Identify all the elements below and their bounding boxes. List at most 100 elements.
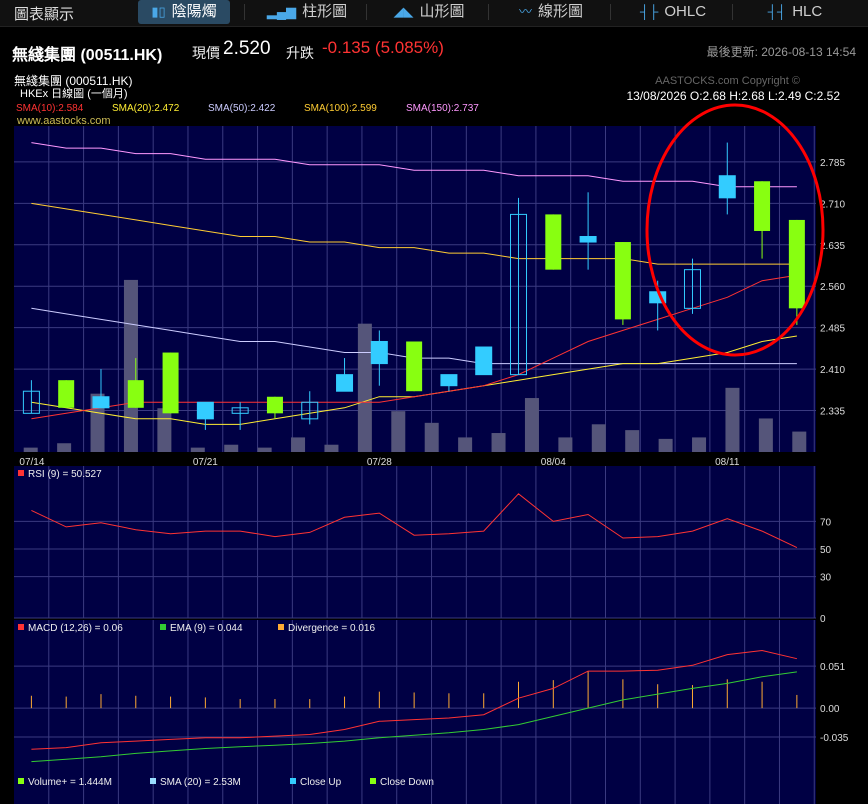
tab-label: 山形圖 bbox=[419, 3, 465, 20]
candle-body-down bbox=[545, 214, 562, 270]
chart-type-toolbar: 圖表顯示 ▮▯ 陰陽燭 ▂▄▆ 柱形圖 ◢◣ 山形圖 〰線形圖 ┤├ OHLC ┤┤ HLC bbox=[0, 0, 868, 27]
tab-separator bbox=[610, 4, 611, 20]
volume-bar bbox=[23, 447, 38, 452]
volume-bar bbox=[758, 418, 773, 452]
sma-legend-item: SMA(10):2.584 bbox=[16, 103, 84, 114]
volume-bar bbox=[291, 437, 306, 452]
rsi-legend-label: RSI (9) = 50.527 bbox=[28, 469, 102, 480]
candle-body-up bbox=[579, 236, 597, 243]
last-bar-ohlc: 13/08/2026 O:2.68 H:2.68 L:2.49 C:2.52 bbox=[627, 89, 841, 103]
mountain-chart-icon: ◢◣ bbox=[393, 4, 414, 19]
copyright-watermark: AASTOCKS.com Copyright © bbox=[655, 75, 800, 87]
candle-body-down bbox=[406, 341, 423, 392]
tab-hlc[interactable]: ┤┤ HLC bbox=[750, 0, 840, 24]
price-tick-label: 2.485 bbox=[820, 324, 845, 335]
macd-tick-label: 0.051 bbox=[820, 662, 845, 673]
hlc-icon: ┤┤ bbox=[767, 4, 787, 19]
macd-legend-swatch bbox=[278, 624, 284, 630]
date-tick-label: 08/11 bbox=[715, 457, 740, 468]
volume-bar bbox=[257, 447, 272, 452]
chart-display-label: 圖表顯示 bbox=[14, 6, 75, 23]
candle-body-up bbox=[370, 340, 388, 365]
date-tick-label: 07/21 bbox=[193, 457, 218, 468]
volume-bar bbox=[792, 431, 807, 452]
volume-bar bbox=[458, 437, 473, 452]
tab-label: 陰陽燭 bbox=[171, 3, 217, 20]
bar-chart-icon: ▂▄▆ bbox=[266, 4, 297, 19]
sma-legend-item: SMA(150):2.737 bbox=[406, 103, 479, 114]
tab-mountain-chart[interactable]: ◢◣ 山形圖 bbox=[384, 0, 474, 24]
macd-legend-swatch bbox=[18, 624, 24, 630]
volume-bar bbox=[658, 438, 673, 452]
quote-header: 無綫集團 (00511.HK) 現價 2.520 升跌 -0.135 (5.08… bbox=[0, 32, 868, 72]
candle-body-down bbox=[754, 181, 771, 231]
rsi-tick-label: 30 bbox=[820, 573, 832, 584]
volume-bar bbox=[224, 444, 239, 452]
volume-bar bbox=[357, 323, 372, 452]
candle-body-up bbox=[440, 374, 458, 387]
macd-tick-label: 0.00 bbox=[820, 704, 840, 715]
candlestick-icon: ▮▯ bbox=[151, 4, 166, 19]
price-tick-label: 2.560 bbox=[820, 282, 845, 293]
sma-legend-item: SMA(100):2.599 bbox=[304, 103, 377, 114]
candle-body-up bbox=[336, 374, 354, 392]
tab-line-chart[interactable]: 〰線形圖 bbox=[506, 0, 596, 24]
candle-body-down bbox=[266, 396, 283, 414]
volume-bar bbox=[57, 443, 72, 452]
price-change: -0.135 (5.085%) bbox=[322, 38, 444, 57]
volume-legend-swatch bbox=[370, 778, 376, 784]
volume-legend-label: SMA (20) = 2.53M bbox=[160, 777, 241, 788]
volume-bar bbox=[190, 447, 205, 452]
date-tick-label: 08/04 bbox=[541, 457, 566, 468]
rsi-tick-label: 70 bbox=[820, 517, 832, 528]
candle-body-down bbox=[788, 219, 805, 309]
price-tick-label: 2.410 bbox=[820, 365, 845, 376]
current-price: 2.520 bbox=[223, 38, 271, 59]
candle-body-down bbox=[58, 380, 75, 408]
sma-legend-item: SMA(20):2.472 bbox=[112, 103, 180, 114]
site-url: www.aastocks.com bbox=[16, 115, 111, 127]
volume-legend-label: Close Up bbox=[300, 777, 342, 788]
tab-separator bbox=[366, 4, 367, 20]
price-tick-label: 2.335 bbox=[820, 407, 845, 418]
last-updated: 最後更新: 2026-08-13 14:54 bbox=[706, 45, 856, 59]
tab-ohlc[interactable]: ┤├ OHLC bbox=[628, 0, 718, 24]
date-tick-label: 07/28 bbox=[367, 457, 392, 468]
volume-bar bbox=[491, 433, 506, 452]
volume-bar bbox=[324, 444, 339, 452]
rsi-legend-swatch bbox=[18, 470, 24, 476]
rsi-tick-label: 0 bbox=[820, 614, 826, 625]
tab-label: 線形圖 bbox=[538, 3, 584, 20]
tab-label: 柱形圖 bbox=[302, 3, 348, 20]
tab-separator bbox=[488, 4, 489, 20]
price-tick-label: 2.710 bbox=[820, 199, 845, 210]
stock-chart[interactable]: 2.7852.7102.6352.5602.4852.4102.33507/14… bbox=[0, 72, 868, 804]
price-tick-label: 2.785 bbox=[820, 158, 845, 169]
volume-bar bbox=[692, 437, 707, 452]
tab-bar-chart[interactable]: ▂▄▆ 柱形圖 bbox=[262, 0, 352, 24]
chart-title: 無綫集團 (000511.HK) bbox=[14, 73, 132, 88]
volume-bar bbox=[625, 430, 640, 452]
candle-body-up bbox=[92, 396, 110, 409]
volume-legend-swatch bbox=[18, 778, 24, 784]
candle-body-down bbox=[614, 242, 631, 320]
tab-label: HLC bbox=[792, 3, 823, 20]
macd-tick-label: -0.035 bbox=[820, 733, 849, 744]
chart-subtitle: HKEx 日線圖 (一個月) bbox=[20, 86, 128, 100]
volume-bar bbox=[524, 398, 539, 452]
macd-legend-label: Divergence = 0.016 bbox=[288, 623, 375, 634]
tab-candlestick[interactable]: ▮▯ 陰陽燭 bbox=[138, 0, 230, 24]
tab-label: OHLC bbox=[664, 3, 707, 20]
sma-legend-item: SMA(50):2.422 bbox=[208, 103, 276, 114]
stock-name: 無綫集團 (00511.HK) bbox=[12, 47, 163, 64]
candle-body-up bbox=[475, 346, 493, 376]
candle-body-down bbox=[162, 352, 179, 414]
volume-bar bbox=[391, 411, 406, 452]
volume-legend-swatch bbox=[290, 778, 296, 784]
candle-body-up bbox=[196, 401, 214, 420]
rsi-panel-background bbox=[14, 466, 816, 618]
macd-panel-background bbox=[14, 620, 816, 774]
macd-legend-label: EMA (9) = 0.044 bbox=[170, 623, 243, 634]
date-tick-label: 07/14 bbox=[19, 457, 44, 468]
volume-bar bbox=[424, 422, 439, 452]
